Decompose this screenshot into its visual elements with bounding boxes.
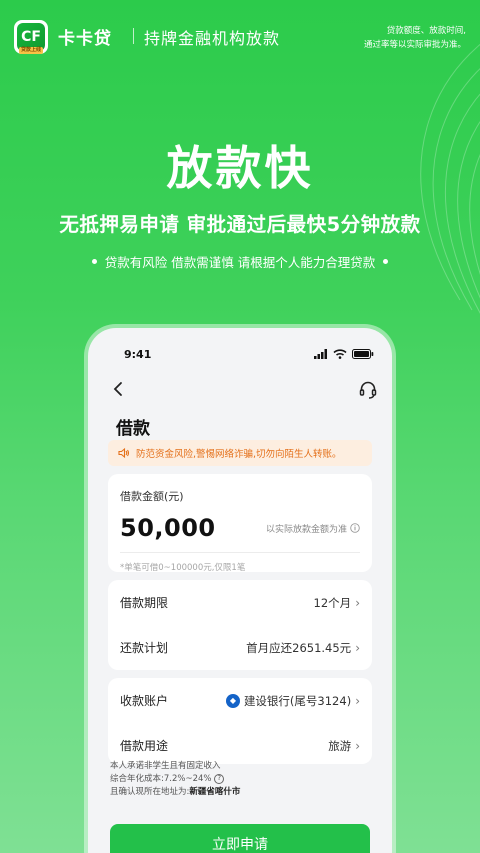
disclaimer: 贷款额度、放款时间, 通过率等以实际审批为准。 xyxy=(364,24,466,52)
chevron-right-icon: › xyxy=(355,738,360,753)
row-label: 还款计划 xyxy=(120,641,169,655)
bank-logo-icon: ◆ xyxy=(225,693,240,708)
row-value: 旅游 › xyxy=(328,738,360,754)
chevron-right-icon: › xyxy=(355,693,360,708)
account-card: 收款账户 ◆ 建设银行(尾号3124) › 借款用途 旅游 › xyxy=(108,678,372,764)
page-title: 借款 xyxy=(116,419,150,439)
back-arrow-icon[interactable] xyxy=(110,380,128,398)
amount-input[interactable]: 50,000 xyxy=(120,514,216,542)
chevron-right-icon: › xyxy=(355,640,360,655)
question-icon[interactable]: ? xyxy=(214,773,225,784)
row-value-text: 首月应还2651.45元 xyxy=(246,640,352,655)
logo-tag: 贷款上线 xyxy=(19,47,43,54)
top-bar: CF 贷款上线 卡卡贷 持牌金融机构放款 贷款额度、放款时间, 通过率等以实际审… xyxy=(14,14,466,54)
signal-icon xyxy=(314,349,327,359)
amount-label: 借款金额(元) xyxy=(120,490,184,503)
logo-text: CF xyxy=(21,29,41,45)
brand-subtitle: 持牌金融机构放款 xyxy=(144,29,281,48)
status-time: 9:41 xyxy=(124,348,152,361)
risk-warning: 贷款有风险 借款需谨慎 请根据个人能力合理贷款 xyxy=(0,252,480,271)
row-label: 借款期限 xyxy=(120,596,169,610)
customer-service-icon[interactable] xyxy=(358,380,378,400)
row-value: ◆ 建设银行(尾号3124) › xyxy=(225,693,360,709)
disclaimer-line-1: 贷款额度、放款时间, xyxy=(386,26,466,36)
row-repay-plan[interactable]: 还款计划 首月应还2651.45元 › xyxy=(108,625,372,670)
phone-screen: 9:41 借款 防范资金风险,警惕网络诈骗,切勿向陌生人转账。 借款金额(元) … xyxy=(88,328,392,853)
risk-text: 贷款有风险 借款需谨慎 请根据个人能力合理贷款 xyxy=(104,255,376,270)
brand-divider xyxy=(133,28,134,44)
nav-row xyxy=(110,380,378,400)
row-loan-term[interactable]: 借款期限 12个月 › xyxy=(108,580,372,625)
loan-terms-card: 借款期限 12个月 › 还款计划 首月应还2651.45元 › xyxy=(108,580,372,670)
row-value-text: 12个月 xyxy=(313,595,352,610)
chevron-right-icon: › xyxy=(355,595,360,610)
address-text: 新疆省喀什市 xyxy=(189,787,241,797)
app-logo: CF 贷款上线 xyxy=(14,20,48,54)
row-label: 借款用途 xyxy=(120,739,169,753)
promise-text: 本人承诺非学生且有固定收入 综合年化成本:7.2%~24% ? 且确认现所在地址… xyxy=(110,760,372,799)
promise-line-3: 且确认现所在地址为:新疆省喀什市 xyxy=(110,787,241,797)
notice-text: 防范资金风险,警惕网络诈骗,切勿向陌生人转账。 xyxy=(136,449,342,460)
brand-name: 卡卡贷 xyxy=(58,29,112,49)
speaker-icon xyxy=(118,447,130,459)
row-value: 首月应还2651.45元 › xyxy=(246,640,360,656)
battery-icon xyxy=(352,349,374,359)
status-icons xyxy=(314,349,374,359)
info-icon[interactable] xyxy=(350,523,360,533)
row-label: 收款账户 xyxy=(120,694,169,708)
row-receiving-account[interactable]: 收款账户 ◆ 建设银行(尾号3124) › xyxy=(108,678,372,723)
promise-line-1: 本人承诺非学生且有固定收入 xyxy=(110,761,221,771)
fraud-notice: 防范资金风险,警惕网络诈骗,切勿向陌生人转账。 xyxy=(108,440,372,466)
amount-card: 借款金额(元) 50,000 以实际放款金额为准 *单笔可借0~100000元,… xyxy=(108,474,372,573)
row-value: 12个月 › xyxy=(314,595,360,611)
apply-button[interactable]: 立即申请 xyxy=(110,824,370,853)
row-value-text: 旅游 xyxy=(328,738,352,753)
hero-subtitle: 无抵押易申请 审批通过后最快5分钟放款 xyxy=(59,213,421,236)
divider xyxy=(120,552,360,553)
status-bar: 9:41 xyxy=(110,348,374,362)
promise-line-2: 综合年化成本:7.2%~24% ? xyxy=(110,773,372,786)
bullet-dot xyxy=(383,259,389,264)
wifi-icon xyxy=(333,349,347,359)
row-value-text: 建设银行(尾号3124) xyxy=(243,693,352,708)
phone-mockup: 9:41 借款 防范资金风险,警惕网络诈骗,切勿向陌生人转账。 借款金额(元) … xyxy=(84,324,396,853)
amount-limit: *单笔可借0~100000元,仅限1笔 xyxy=(120,563,246,573)
bullet-dot xyxy=(91,259,97,264)
amount-hint-text: 以实际放款金额为准 xyxy=(265,524,347,535)
amount-hint: 以实际放款金额为准 xyxy=(266,522,360,535)
hero-title: 放款快 xyxy=(166,141,314,195)
amount-row: 50,000 以实际放款金额为准 xyxy=(120,514,360,542)
disclaimer-line-2: 通过率等以实际审批为准。 xyxy=(363,40,466,50)
